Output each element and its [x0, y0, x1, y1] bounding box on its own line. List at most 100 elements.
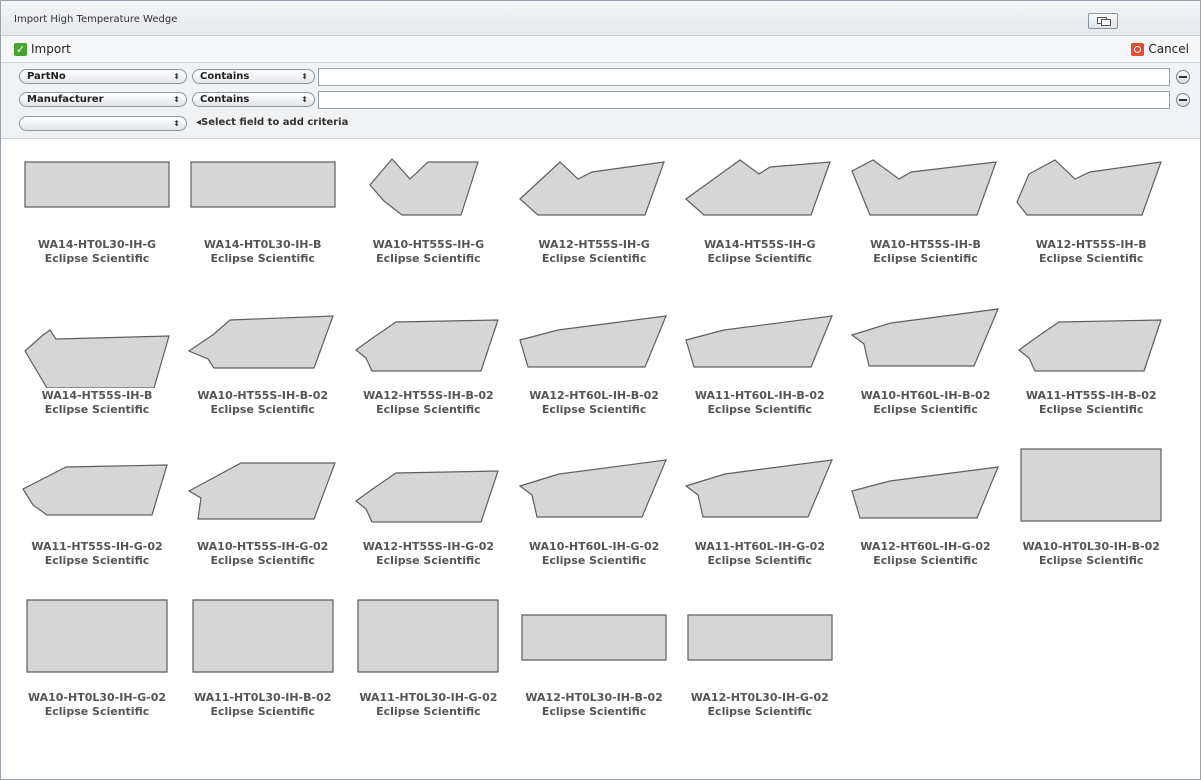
filter-field-select[interactable]: Manufacturer ⬍: [19, 92, 187, 107]
wedge-outline: [369, 158, 480, 216]
wedge-outline: [684, 459, 833, 518]
wedge-thumbnail: [850, 159, 997, 216]
wedge-item[interactable]: WA12-HT60L-IH-B-02 Eclipse Scientific: [518, 280, 683, 430]
wedge-part-number: WA12-HT55S-IH-G: [538, 238, 650, 251]
wedge-manufacturer: Eclipse Scientific: [707, 705, 813, 718]
cancel-icon: [1131, 42, 1145, 56]
wedge-thumbnail: [26, 599, 168, 673]
wedge-manufacturer: Eclipse Scientific: [541, 403, 647, 416]
wedge-manufacturer: Eclipse Scientific: [44, 554, 150, 567]
wedge-outline: [355, 470, 500, 523]
wedge-item[interactable]: WA10-HT55S-IH-G-02 Eclipse Scientific: [187, 431, 352, 581]
wedge-manufacturer: Eclipse Scientific: [210, 554, 315, 567]
wedge-item[interactable]: WA11-HT55S-IH-G-02 Eclipse Scientific: [21, 431, 186, 581]
wedge-outline: [518, 459, 668, 518]
wedge-part-number: WA10-HT55S-IH-B-02: [197, 389, 329, 402]
wedge-item[interactable]: WA10-HT55S-IH-B Eclipse Scientific: [850, 129, 1015, 279]
wedge-outline: [190, 161, 336, 208]
wedge-part-number: WA14-HT55S-IH-B: [41, 389, 153, 402]
wedge-manufacturer: Eclipse Scientific: [44, 252, 150, 265]
wedge-item[interactable]: WA12-HT0L30-IH-B-02 Eclipse Scientific: [518, 582, 683, 732]
wedge-outline: [22, 464, 168, 516]
wedge-part-number: WA11-HT55S-IH-G-02: [31, 540, 163, 553]
remove-filter-button[interactable]: [1176, 93, 1190, 107]
wedge-part-number: WA10-HT55S-IH-B: [870, 238, 981, 251]
wedge-outline: [850, 466, 999, 519]
wedge-part-number: WA14-HT0L30-IH-B: [203, 238, 322, 251]
wedge-item[interactable]: WA12-HT55S-IH-B-02 Eclipse Scientific: [352, 280, 517, 430]
wedge-thumbnail: [24, 161, 170, 208]
wedge-outline: [685, 315, 833, 368]
wedge-thumbnail: [850, 308, 999, 367]
wedge-item[interactable]: WA11-HT60L-IH-B-02 Eclipse Scientific: [684, 280, 849, 430]
wedge-item[interactable]: WA14-HT55S-IH-G Eclipse Scientific: [684, 129, 849, 279]
wedge-part-number: WA12-HT55S-IH-B: [1035, 238, 1147, 251]
wedge-thumbnail: [521, 614, 667, 661]
wedge-item[interactable]: WA12-HT55S-IH-B Eclipse Scientific: [1015, 129, 1180, 279]
wedge-item[interactable]: WA14-HT0L30-IH-B Eclipse Scientific: [187, 129, 352, 279]
wedge-part-number: WA10-HT0L30-IH-B-02: [1022, 540, 1160, 553]
wedge-item[interactable]: WA10-HT55S-IH-B-02 Eclipse Scientific: [187, 280, 352, 430]
wedge-part-number: WA14-HT0L30-IH-G: [37, 238, 157, 251]
wedge-item[interactable]: WA12-HT0L30-IH-G-02 Eclipse Scientific: [684, 582, 849, 732]
filter-operator-select[interactable]: Contains ⬍: [192, 69, 315, 84]
wedge-manufacturer: Eclipse Scientific: [1038, 403, 1144, 416]
wedge-item[interactable]: WA10-HT60L-IH-B-02 Eclipse Scientific: [850, 280, 1015, 430]
wedge-part-number: WA14-HT55S-IH-G: [704, 238, 816, 251]
restore-window-button[interactable]: [1088, 13, 1118, 29]
add-criteria-hint: ◂Select field to add criteria: [196, 117, 349, 128]
wedge-item[interactable]: WA10-HT0L30-IH-G-02 Eclipse Scientific: [21, 582, 186, 732]
wedge-thumbnail: [190, 161, 336, 208]
wedge-manufacturer: Eclipse Scientific: [210, 252, 315, 265]
wedge-thumbnail: [1020, 448, 1162, 522]
import-label: Import: [31, 42, 71, 56]
wedge-thumbnail: [684, 459, 833, 518]
wedge-part-number: WA11-HT0L30-IH-B-02: [193, 691, 332, 704]
wedge-manufacturer: Eclipse Scientific: [376, 252, 481, 265]
wedge-item[interactable]: WA11-HT0L30-IH-G-02 Eclipse Scientific: [352, 582, 517, 732]
filter-operator-select[interactable]: Contains ⬍: [192, 92, 315, 107]
wedge-item[interactable]: WA10-HT60L-IH-G-02 Eclipse Scientific: [518, 431, 683, 581]
wedge-outline: [187, 462, 336, 520]
wedge-item[interactable]: WA11-HT60L-IH-G-02 Eclipse Scientific: [684, 431, 849, 581]
remove-filter-button[interactable]: [1176, 70, 1190, 84]
wedge-part-number: WA11-HT55S-IH-B-02: [1025, 389, 1157, 402]
wedge-item[interactable]: WA14-HT55S-IH-B Eclipse Scientific: [21, 280, 186, 430]
filter-row: Manufacturer ⬍ Contains ⬍: [1, 89, 1200, 111]
wedge-manufacturer: Eclipse Scientific: [707, 252, 813, 265]
cancel-label: Cancel: [1148, 42, 1189, 56]
import-button[interactable]: ✓ Import: [14, 40, 71, 58]
wedge-part-number: WA12-HT55S-IH-G-02: [362, 540, 495, 553]
wedge-item[interactable]: WA10-HT55S-IH-G Eclipse Scientific: [352, 129, 517, 279]
wedge-item[interactable]: WA10-HT0L30-IH-B-02 Eclipse Scientific: [1015, 431, 1180, 581]
wedge-item[interactable]: WA12-HT55S-IH-G Eclipse Scientific: [518, 129, 683, 279]
wedge-thumbnail: [684, 159, 831, 216]
wedge-item[interactable]: WA11-HT55S-IH-B-02 Eclipse Scientific: [1015, 280, 1180, 430]
import-dialog: Import High Temperature Wedge ✓ Import C…: [0, 0, 1201, 780]
wedge-manufacturer: Eclipse Scientific: [873, 252, 978, 265]
wedge-thumbnail: [687, 614, 833, 661]
wedge-part-number: WA10-HT60L-IH-B-02: [860, 389, 991, 402]
wedge-part-number: WA12-HT60L-IH-B-02: [529, 389, 659, 402]
cancel-button[interactable]: Cancel: [1131, 40, 1189, 58]
filter-value-input[interactable]: [318, 68, 1170, 86]
wedge-outline: [850, 308, 999, 367]
wedge-manufacturer: Eclipse Scientific: [707, 554, 813, 567]
wedge-item[interactable]: WA12-HT55S-IH-G-02 Eclipse Scientific: [352, 431, 517, 581]
wedge-manufacturer: Eclipse Scientific: [541, 554, 647, 567]
updown-arrow-icon: ⬍: [173, 95, 180, 104]
wedge-outline: [187, 315, 334, 369]
wedge-outline: [357, 599, 499, 673]
wedge-item[interactable]: WA12-HT60L-IH-G-02 Eclipse Scientific: [850, 431, 1015, 581]
toolbar: ✓ Import Cancel: [1, 36, 1200, 63]
wedge-item[interactable]: WA11-HT0L30-IH-B-02 Eclipse Scientific: [187, 582, 352, 732]
wedge-outline: [1020, 448, 1162, 522]
wedge-item[interactable]: WA14-HT0L30-IH-G Eclipse Scientific: [21, 129, 186, 279]
filter-value-input[interactable]: [318, 91, 1170, 109]
wedge-part-number: WA10-HT0L30-IH-G-02: [27, 691, 167, 704]
filter-field-select[interactable]: PartNo ⬍: [19, 69, 187, 84]
wedge-thumbnail: [357, 599, 499, 673]
title-bar: Import High Temperature Wedge: [1, 1, 1200, 36]
wedge-thumbnail: [187, 315, 334, 369]
wedge-part-number: WA12-HT60L-IH-G-02: [860, 540, 991, 553]
